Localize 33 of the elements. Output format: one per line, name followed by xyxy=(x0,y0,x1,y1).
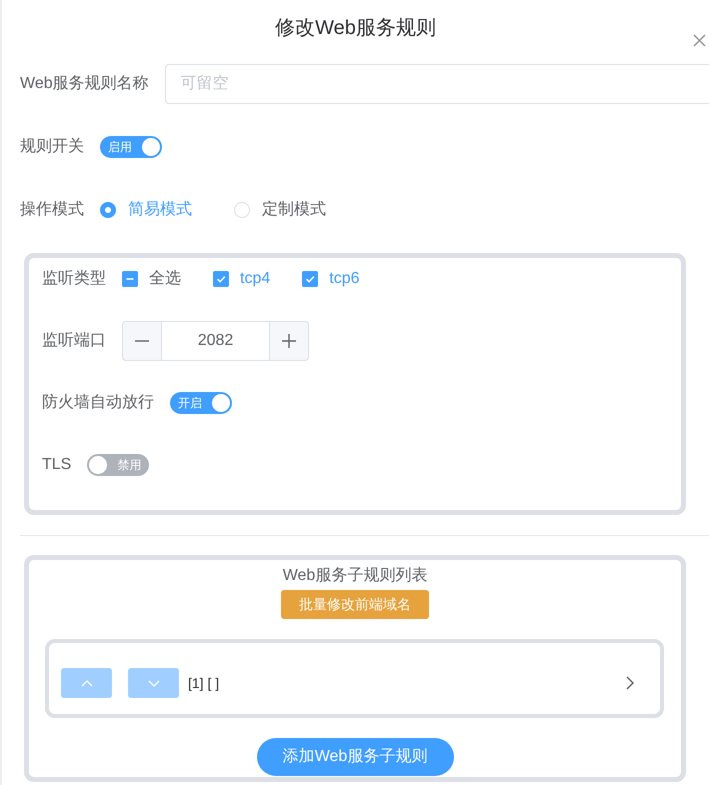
name-input-field[interactable]: 可留空 xyxy=(164,64,709,104)
field-label: 防火墙自动放行 xyxy=(42,392,155,413)
field-label: 规则开关 xyxy=(20,136,85,157)
checkbox-icon[interactable] xyxy=(302,271,318,287)
subrule-item[interactable]: [1] [ ] xyxy=(45,639,664,718)
port-input-field[interactable]: 2082 xyxy=(162,321,269,361)
dialog-title: 修改Web服务规则 xyxy=(275,16,436,40)
chevron-right-icon[interactable] xyxy=(626,676,634,690)
chevron-up-icon xyxy=(80,680,92,686)
subrule-text: [1] [ ] xyxy=(188,674,220,693)
checkbox-icon[interactable] xyxy=(213,271,229,287)
chevron-down-icon xyxy=(148,680,160,686)
checkbox-option[interactable]: tcp4 xyxy=(213,268,270,290)
batch-edit-button[interactable]: 批量修改前端域名 xyxy=(281,590,429,619)
plus-icon xyxy=(282,334,296,348)
increment-button[interactable] xyxy=(269,321,309,361)
field-label: 监听类型 xyxy=(42,268,107,289)
panel-title: Web服务子规则列表 xyxy=(282,566,428,586)
radio-option[interactable]: 简易模式 xyxy=(100,199,192,221)
toggle-switch[interactable]: 启用 xyxy=(100,136,162,158)
checkbox-option[interactable]: 全选 xyxy=(122,268,181,290)
checkbox-option[interactable]: tcp6 xyxy=(302,268,360,290)
close-icon[interactable] xyxy=(693,34,706,47)
field-label: 监听端口 xyxy=(42,330,107,351)
toggle-switch[interactable]: 开启 xyxy=(170,392,232,414)
radio-icon[interactable] xyxy=(100,202,116,218)
toggle-switch[interactable]: 禁用 xyxy=(87,454,150,476)
add-subrule-button[interactable]: 添加Web服务子规则 xyxy=(256,738,454,776)
field-label: 操作模式 xyxy=(20,200,85,220)
field-label: TLS xyxy=(42,455,72,475)
checkbox-icon[interactable] xyxy=(122,271,138,287)
field-label: Web服务规则名称 xyxy=(20,74,150,94)
radio-option[interactable]: 定制模式 xyxy=(234,199,326,221)
